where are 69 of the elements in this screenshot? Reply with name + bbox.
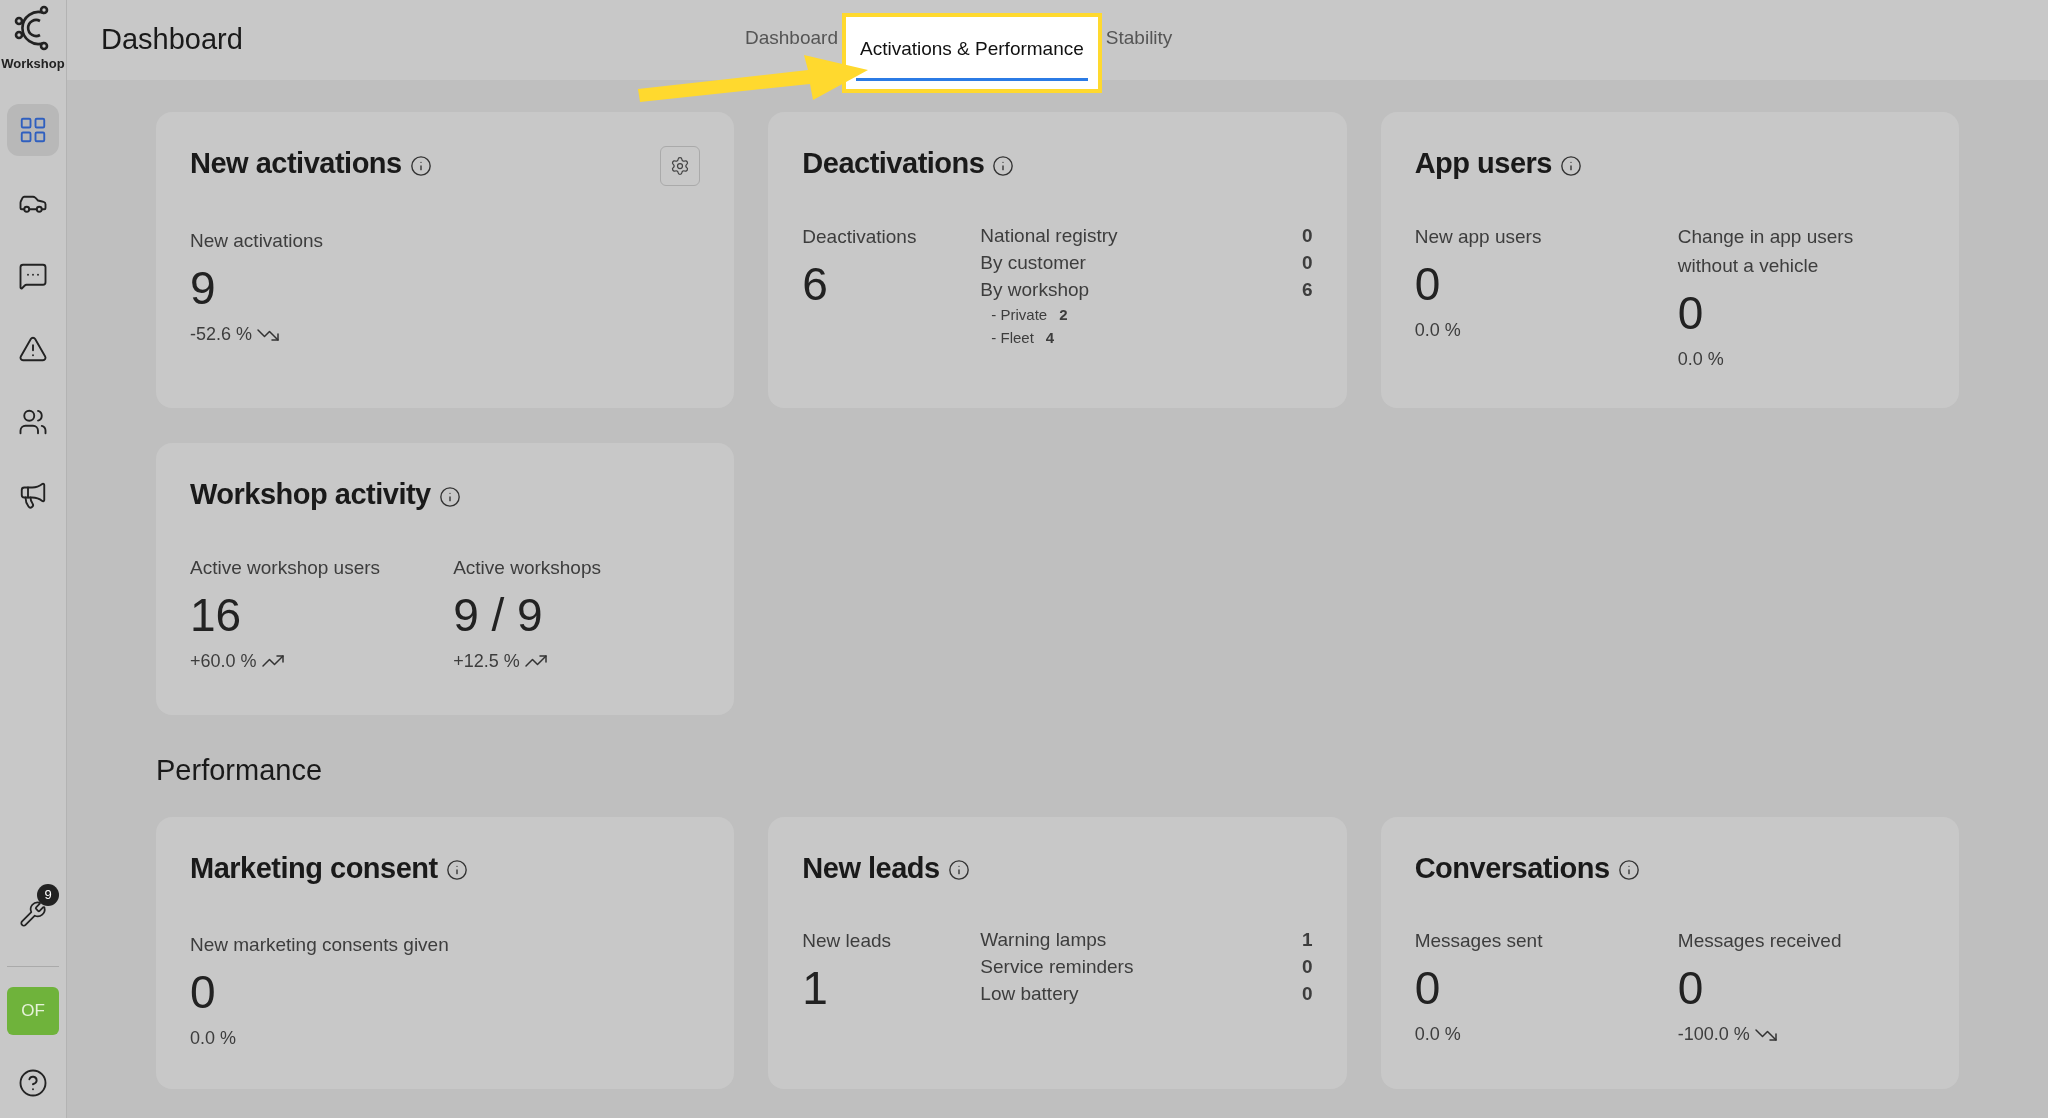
page-title: Dashboard <box>101 22 244 57</box>
card-title: Conversations <box>1414 850 1610 886</box>
breakdown-value: 0 <box>1302 250 1313 275</box>
breakdown-label: By customer <box>980 250 1086 275</box>
info-icon[interactable] <box>1617 859 1640 882</box>
metric-value: 1 <box>802 961 829 1016</box>
metric-value: 0 <box>1414 256 1442 312</box>
tab[interactable]: Activations & Performance <box>841 13 1102 93</box>
breakdown-label: Low battery <box>980 982 1079 1006</box>
info-icon[interactable] <box>1560 154 1582 177</box>
breakdown-value: 0 <box>1302 955 1313 979</box>
gear-icon <box>670 156 691 176</box>
card-title: New activations <box>190 146 402 181</box>
breakdown-label: National registry <box>980 223 1118 248</box>
change-percent: 0.0 % <box>190 1027 237 1050</box>
metric-value: 6 <box>802 256 829 312</box>
tab[interactable]: Stability <box>1101 24 1177 53</box>
metric-label: Active workshop users <box>190 555 382 580</box>
metric-label: Change in app users without a vehicle <box>1677 224 1855 278</box>
section-heading: Performance <box>156 753 323 788</box>
change-percent: 0.0 % <box>1414 1023 1461 1046</box>
metric-label: Deactivations <box>802 224 918 249</box>
metric-label: New activations <box>190 229 325 253</box>
card-title: New leads <box>802 850 940 886</box>
settings-button[interactable] <box>660 146 701 186</box>
card-title: Deactivations <box>802 146 985 181</box>
help-icon[interactable] <box>18 1068 48 1098</box>
sub-value: 4 <box>1045 327 1055 348</box>
breakdown-value: 0 <box>1302 223 1313 248</box>
sub-label: - Private <box>991 304 1048 325</box>
change-percent: +12.5 % <box>453 649 520 673</box>
metric-label: New leads <box>802 929 893 953</box>
breakdown-value: 0 <box>1302 982 1313 1006</box>
info-icon[interactable] <box>438 485 461 508</box>
info-icon[interactable] <box>409 154 432 177</box>
breakdown-label: By workshop <box>980 277 1090 302</box>
metric-value: 16 <box>190 587 243 643</box>
change-percent: -100.0 % <box>1677 1023 1750 1046</box>
metric-value: 0 <box>1677 961 1705 1016</box>
change-percent: -52.6 % <box>190 323 253 346</box>
info-icon[interactable] <box>947 859 970 882</box>
card-title: Workshop activity <box>190 477 431 512</box>
notification-badge: 9 <box>37 884 59 906</box>
metric-value: 9 / 9 <box>453 587 544 643</box>
change-percent: 0.0 % <box>1414 318 1461 342</box>
metric-label: Messages received <box>1677 929 1843 953</box>
sub-value: 2 <box>1059 304 1068 325</box>
metric-label: New marketing consents given <box>190 933 450 957</box>
metric-value: 0 <box>190 965 217 1020</box>
tab[interactable]: Dashboard <box>741 24 842 53</box>
breakdown-label: Service reminders <box>980 955 1134 979</box>
breakdown-value: 1 <box>1302 928 1313 952</box>
metric-value: 0 <box>1414 961 1442 1016</box>
sub-label: - Fleet <box>991 327 1034 348</box>
info-icon[interactable] <box>445 859 468 882</box>
wrench-icon <box>19 900 47 928</box>
metric-label: Active workshops <box>453 555 602 580</box>
info-icon[interactable] <box>992 154 1015 177</box>
card-title: Marketing consent <box>190 850 438 886</box>
metric-label: Messages sent <box>1414 929 1544 953</box>
logo-label: Workshop <box>1 55 65 73</box>
breakdown-value: 6 <box>1302 277 1313 302</box>
metric-value: 9 <box>190 261 217 316</box>
change-percent: +60.0 % <box>190 649 257 673</box>
breakdown-label: Warning lamps <box>980 928 1107 952</box>
metric-value: 0 <box>1677 285 1705 341</box>
change-percent: 0.0 % <box>1677 347 1724 371</box>
metric-label: New app users <box>1414 224 1543 249</box>
card-title: App users <box>1414 146 1552 181</box>
